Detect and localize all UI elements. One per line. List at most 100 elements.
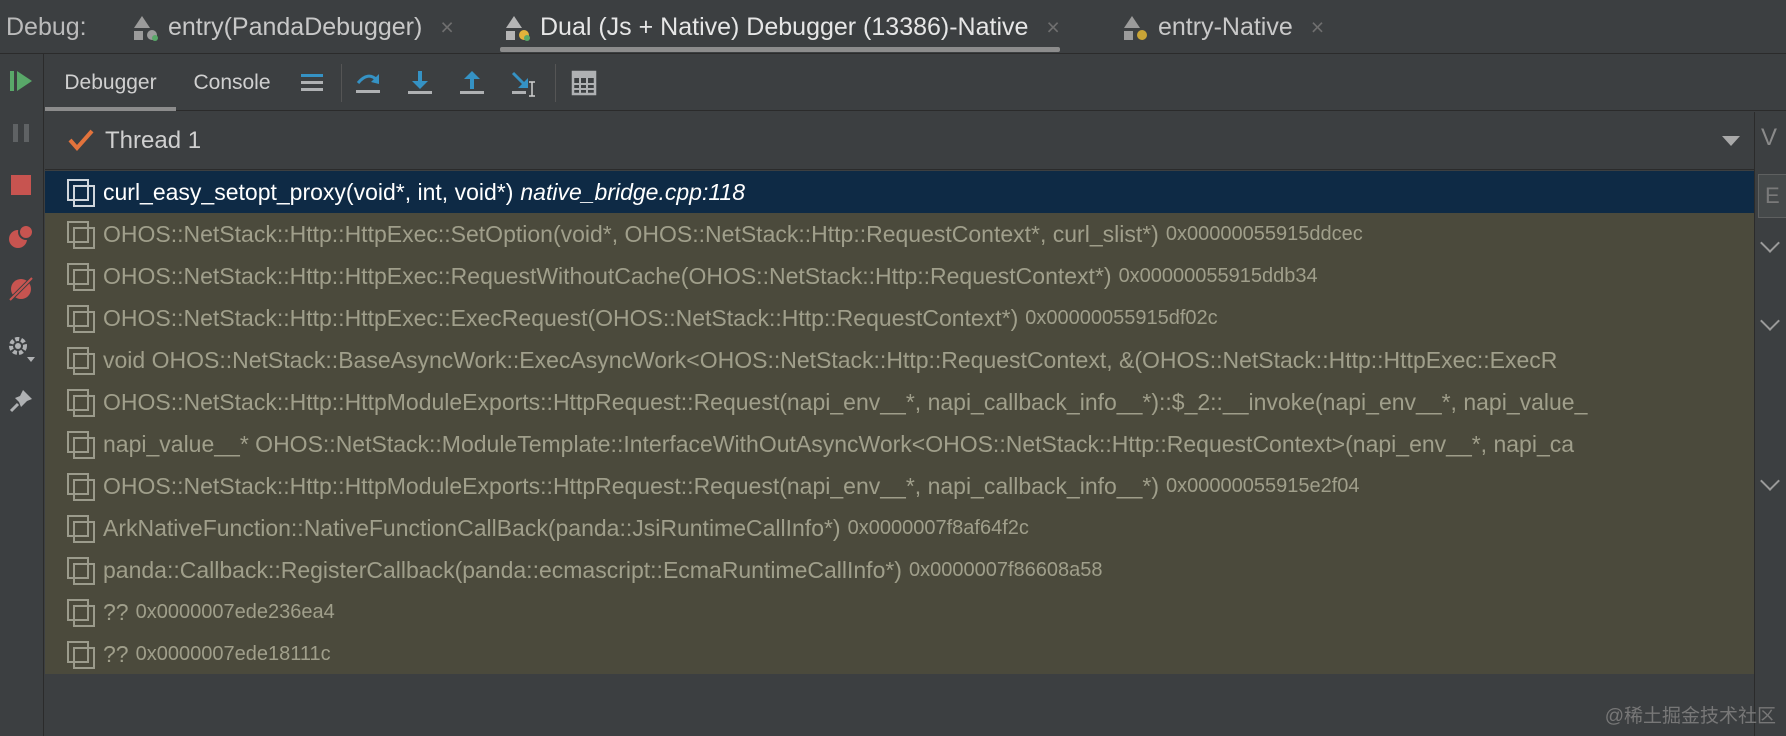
tab-debugger[interactable]: Debugger — [45, 54, 176, 111]
debug-label: Debug: — [6, 13, 87, 41]
frame-row[interactable]: OHOS::NetStack::Http::HttpModuleExports:… — [45, 381, 1754, 423]
pin-tab-button[interactable] — [4, 384, 38, 418]
tab-entry-native[interactable]: entry-Native × — [1118, 0, 1324, 54]
frame-row[interactable]: panda::Callback::RegisterCallback(panda:… — [45, 549, 1754, 591]
frame-function: curl_easy_setopt_proxy(void*, int, void*… — [103, 178, 514, 205]
stack-frame-icon — [67, 557, 95, 585]
frame-function: OHOS::NetStack::Http::HttpExec::SetOptio… — [103, 220, 1159, 247]
frame-function: OHOS::NetStack::Http::HttpExec::ExecRequ… — [103, 304, 1019, 331]
close-icon[interactable]: × — [1046, 14, 1059, 41]
debug-config-icon — [128, 10, 162, 44]
frame-function: ArkNativeFunction::NativeFunctionCallBac… — [103, 514, 841, 541]
mute-breakpoints-button[interactable] — [4, 272, 38, 306]
watermark: @稀土掘金技术社区 — [1604, 706, 1776, 727]
stop-icon — [11, 175, 31, 195]
chevron-down-icon[interactable] — [1760, 471, 1780, 491]
thread-selector[interactable]: Thread 1 — [45, 112, 1754, 170]
stack-frame-icon — [67, 347, 95, 375]
frame-row[interactable]: ArkNativeFunction::NativeFunctionCallBac… — [45, 507, 1754, 549]
settings-button[interactable] — [4, 332, 38, 366]
hamburger-icon — [301, 74, 323, 91]
evaluate-expression-button[interactable] — [567, 66, 601, 100]
layout-menu-button[interactable] — [295, 66, 329, 100]
frame-function: napi_value__* OHOS::NetStack::ModuleTemp… — [103, 430, 1575, 457]
stack-frame-icon — [67, 599, 95, 627]
tab-label: entry(PandaDebugger) — [168, 12, 423, 41]
tab-label: entry-Native — [1158, 12, 1293, 41]
frame-function: OHOS::NetStack::Http::HttpModuleExports:… — [103, 472, 1160, 499]
step-over-button[interactable] — [351, 66, 385, 100]
tab-console[interactable]: Console — [176, 54, 288, 111]
frames-list: curl_easy_setopt_proxy(void*, int, void*… — [45, 171, 1754, 674]
stack-frame-icon — [67, 221, 95, 249]
close-icon[interactable]: × — [440, 14, 453, 41]
frame-address: 0x00000055915e2f04 — [1166, 474, 1360, 497]
evaluate-input[interactable]: E — [1758, 174, 1786, 218]
toolbar-separator — [341, 64, 342, 102]
frame-row[interactable]: OHOS::NetStack::Http::HttpModuleExports:… — [45, 465, 1754, 507]
frame-function: void OHOS::NetStack::BaseAsyncWork::Exec… — [103, 346, 1558, 373]
gear-icon — [9, 337, 35, 362]
chevron-down-icon[interactable] — [1760, 233, 1780, 253]
resume-icon — [10, 71, 32, 91]
tab-entry-panda-debugger[interactable]: entry(PandaDebugger) × — [128, 0, 454, 54]
frame-row[interactable]: ?? 0x0000007ede18111c — [45, 633, 1754, 674]
variables-header-fragment: V — [1761, 124, 1778, 151]
toolbar-separator — [555, 64, 556, 102]
frame-function: ?? — [103, 640, 129, 667]
variables-panel-edge: V E — [1754, 112, 1786, 736]
close-icon[interactable]: × — [1311, 14, 1324, 41]
step-out-button[interactable] — [455, 66, 489, 100]
stack-frame-icon — [67, 389, 95, 417]
frame-row[interactable]: OHOS::NetStack::Http::HttpExec::RequestW… — [45, 255, 1754, 297]
stack-frame-icon — [67, 515, 95, 543]
tab-label: Debugger — [64, 70, 157, 94]
frame-row[interactable]: OHOS::NetStack::Http::HttpExec::SetOptio… — [45, 213, 1754, 255]
thread-name: Thread 1 — [105, 127, 202, 154]
frame-address: 0x0000007ede18111c — [135, 642, 331, 665]
stack-frame-icon — [67, 641, 95, 669]
pin-icon — [9, 390, 32, 413]
step-over-icon — [356, 74, 380, 93]
frame-address: 0x00000055915ddcec — [1165, 222, 1363, 245]
calculator-icon — [571, 70, 597, 96]
resume-program-button[interactable] — [4, 64, 38, 98]
stack-frame-icon — [67, 305, 95, 333]
tab-dual-native-debugger[interactable]: Dual (Js + Native) Debugger (13386)-Nati… — [500, 0, 1060, 54]
frame-row[interactable]: curl_easy_setopt_proxy(void*, int, void*… — [45, 171, 1754, 213]
stack-frame-icon — [67, 179, 95, 207]
tab-label: Console — [193, 70, 271, 94]
mute-breakpoints-icon — [8, 276, 34, 302]
frame-row[interactable]: napi_value__* OHOS::NetStack::ModuleTemp… — [45, 423, 1754, 465]
checkmark-icon — [68, 129, 94, 152]
frame-row[interactable]: ?? 0x0000007ede236ea4 — [45, 591, 1754, 633]
frame-address: 0x0000007f86608a58 — [908, 558, 1103, 581]
chevron-down-icon[interactable] — [1760, 311, 1780, 331]
frame-address: 0x00000055915df02c — [1025, 306, 1218, 329]
stack-frame-icon — [67, 431, 95, 459]
frame-row[interactable]: OHOS::NetStack::Http::HttpExec::ExecRequ… — [45, 297, 1754, 339]
tab-label: Dual (Js + Native) Debugger (13386)-Nati… — [540, 12, 1029, 41]
frame-location: native_bridge.cpp:118 — [520, 178, 746, 205]
step-into-button[interactable] — [403, 66, 437, 100]
run-to-cursor-button[interactable] — [507, 66, 541, 100]
pause-program-button[interactable] — [4, 116, 38, 150]
pause-icon — [13, 124, 29, 142]
frame-address: 0x0000007f8af64f2c — [847, 516, 1029, 539]
frame-function: panda::Callback::RegisterCallback(panda:… — [103, 556, 902, 583]
run-to-cursor-icon — [511, 71, 535, 97]
frame-function: OHOS::NetStack::Http::HttpExec::RequestW… — [103, 262, 1112, 289]
breakpoints-icon — [9, 224, 34, 248]
stack-frame-icon — [67, 473, 95, 501]
debug-config-icon — [1118, 10, 1152, 44]
frame-address: 0x0000007ede236ea4 — [135, 600, 335, 623]
frame-address: 0x00000055915ddb34 — [1118, 264, 1318, 287]
chevron-down-icon[interactable] — [1722, 136, 1740, 146]
step-into-icon — [408, 71, 432, 94]
frame-row[interactable]: void OHOS::NetStack::BaseAsyncWork::Exec… — [45, 339, 1754, 381]
frame-function: OHOS::NetStack::Http::HttpModuleExports:… — [103, 388, 1588, 415]
stop-button[interactable] — [4, 168, 38, 202]
debugger-toolbar: Debugger Console — [45, 54, 1786, 111]
stack-frame-icon — [67, 263, 95, 291]
view-breakpoints-button[interactable] — [4, 220, 38, 254]
